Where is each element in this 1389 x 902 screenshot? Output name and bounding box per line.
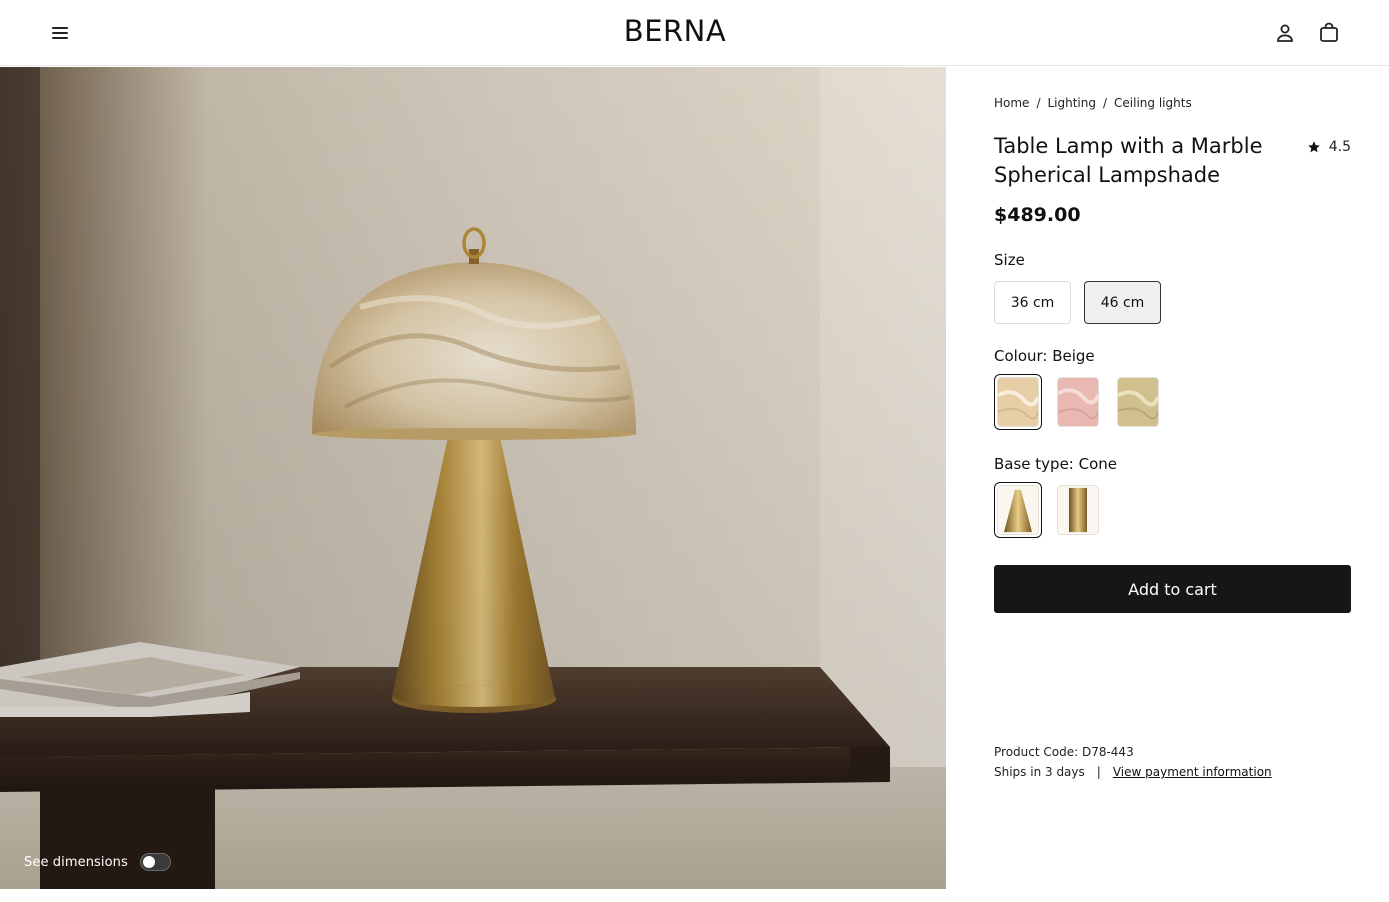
base-swatch-cylinder[interactable] — [1054, 482, 1102, 538]
toggle-knob — [142, 856, 155, 868]
breadcrumb-ceiling-lights[interactable]: Ceiling lights — [1114, 96, 1192, 110]
rating-value: 4.5 — [1328, 139, 1351, 155]
breadcrumb-lighting[interactable]: Lighting — [1047, 96, 1096, 110]
meta-divider: | — [1096, 765, 1101, 779]
breadcrumb: Home / Lighting / Ceiling lights — [994, 96, 1192, 110]
size-option-36cm[interactable]: 36 cm — [994, 281, 1071, 324]
colour-swatch-pink[interactable] — [1054, 374, 1102, 430]
product-code: Product Code: D78-443 — [994, 745, 1134, 759]
shipping-info: Ships in 3 days — [994, 765, 1085, 779]
see-dimensions-label: See dimensions — [24, 854, 128, 870]
lamp-photo — [0, 67, 946, 889]
add-to-cart-button[interactable]: Add to cart — [994, 565, 1351, 613]
view-payment-information-link[interactable]: View payment information — [1113, 762, 1272, 782]
breadcrumb-home[interactable]: Home — [994, 96, 1029, 110]
colour-options — [994, 374, 1162, 430]
site-header: BERNA — [0, 0, 1389, 66]
brand-logo[interactable]: BERNA — [0, 14, 1350, 48]
user-icon[interactable] — [1273, 21, 1297, 45]
see-dimensions-control: See dimensions — [24, 853, 171, 871]
colour-swatch-olive[interactable] — [1114, 374, 1162, 430]
colour-label: Colour: Beige — [994, 347, 1095, 365]
size-option-46cm[interactable]: 46 cm — [1084, 281, 1161, 324]
star-icon — [1307, 141, 1320, 153]
base-type-options — [994, 482, 1102, 538]
base-type-label: Base type: Cone — [994, 455, 1118, 473]
breadcrumb-separator: / — [1103, 96, 1108, 110]
size-options: 36 cm 46 cm — [994, 281, 1161, 324]
shopping-bag-icon[interactable] — [1317, 21, 1341, 45]
colour-swatch-beige[interactable] — [994, 374, 1042, 430]
product-price: $489.00 — [994, 204, 1081, 226]
breadcrumb-separator: / — [1036, 96, 1041, 110]
size-label: Size — [994, 251, 1025, 269]
see-dimensions-toggle[interactable] — [139, 853, 171, 871]
product-hero-image: See dimensions — [0, 67, 946, 889]
product-meta: Product Code: D78-443 Ships in 3 days | … — [994, 742, 1272, 782]
product-rating[interactable]: 4.5 — [1307, 139, 1351, 155]
base-swatch-cone[interactable] — [994, 482, 1042, 538]
product-title: Table Lamp with a Marble Spherical Lamps… — [994, 134, 1263, 187]
